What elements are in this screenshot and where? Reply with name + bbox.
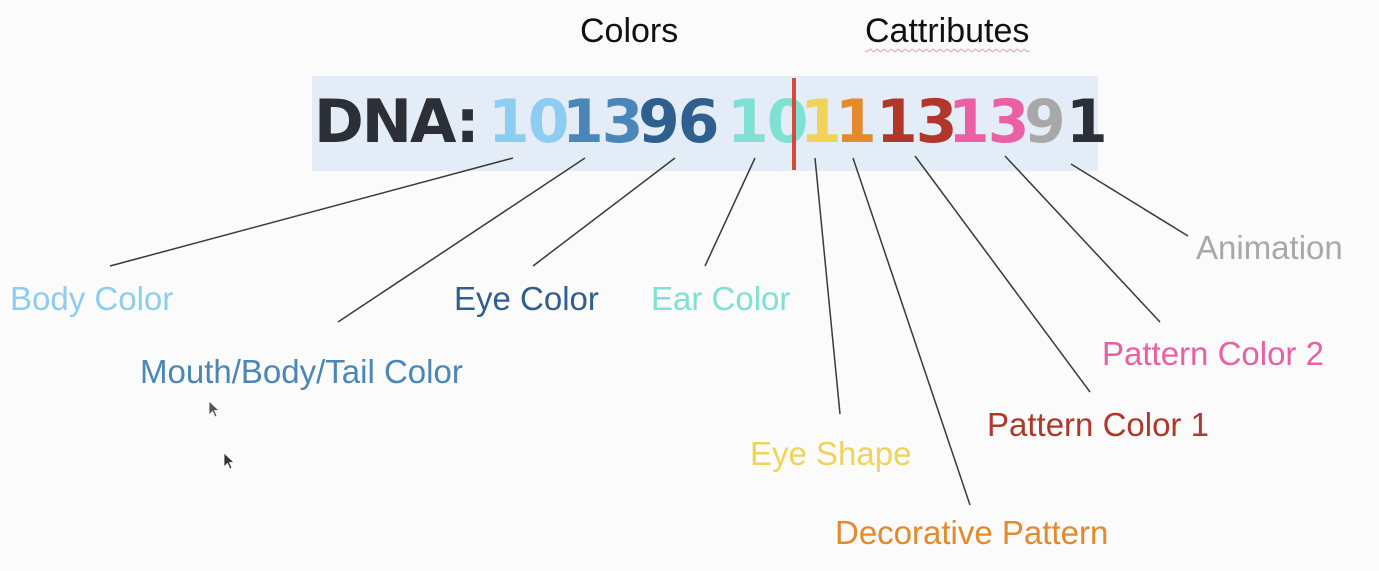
label-eye-shape: Eye Shape (750, 435, 912, 472)
connector-pattern-color-2 (1004, 155, 1161, 323)
label-ear-color: Ear Color (651, 280, 791, 317)
connector-ear-color (704, 157, 756, 267)
connector-body-color (109, 157, 514, 267)
mouse-cursor-icon (208, 400, 221, 418)
label-pattern-color-1: Pattern Color 1 (987, 406, 1209, 443)
mouse-cursor-icon (223, 452, 236, 470)
label-body-color: Body Color (10, 280, 174, 317)
connector-eye-shape (814, 157, 841, 415)
connector-animation (1070, 163, 1189, 237)
connector-eye-color (532, 157, 676, 267)
label-decorative-pattern: Decorative Pattern (835, 514, 1109, 551)
label-animation: Animation (1196, 229, 1343, 266)
connector-pattern-color-1 (914, 155, 1091, 393)
label-mouth-body-tail-color: Mouth/Body/Tail Color (140, 353, 463, 390)
label-eye-color: Eye Color (454, 280, 599, 317)
label-pattern-color-2: Pattern Color 2 (1102, 335, 1324, 372)
